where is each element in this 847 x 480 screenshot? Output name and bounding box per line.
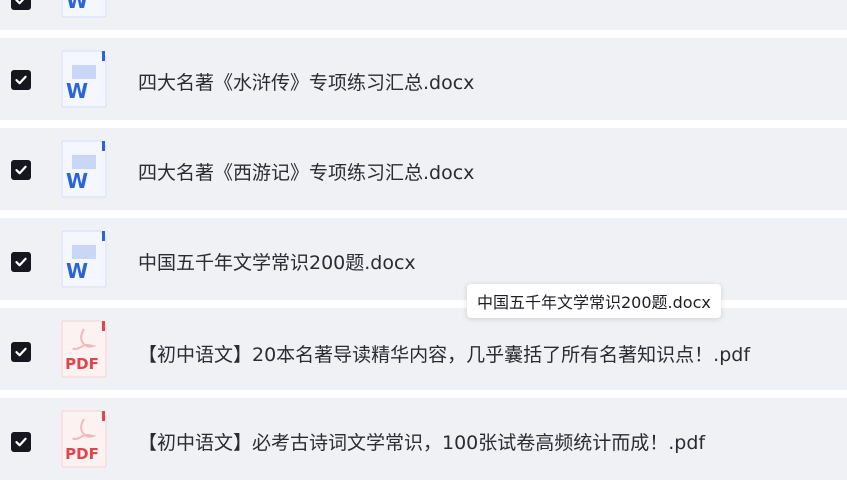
file-row[interactable]: PDF 【初中语文】必考古诗词文学常识，100张试卷高频统计而成！.pdf: [0, 398, 847, 480]
check-icon: [15, 347, 27, 357]
checkbox-checked[interactable]: [11, 70, 31, 90]
file-name: 四大名著《水浒传》专项练习汇总.docx: [138, 72, 475, 94]
file-row[interactable]: W: [0, 0, 847, 30]
word-file-icon: W: [60, 230, 108, 288]
check-icon: [15, 165, 27, 175]
word-file-icon: W: [60, 0, 108, 18]
pdf-file-icon: PDF: [60, 320, 108, 378]
check-icon: [15, 257, 27, 267]
checkbox-checked[interactable]: [11, 0, 31, 10]
svg-text:PDF: PDF: [65, 445, 99, 463]
file-name: 【初中语文】20本名著导读精华内容，几乎囊括了所有名著知识点！.pdf: [138, 344, 751, 366]
checkbox-checked[interactable]: [11, 252, 31, 272]
svg-text:W: W: [66, 79, 88, 103]
svg-text:W: W: [66, 259, 88, 283]
file-name: 中国五千年文学常识200题.docx: [138, 252, 416, 274]
check-icon: [15, 437, 27, 447]
file-row[interactable]: W 四大名著《水浒传》专项练习汇总.docx: [0, 38, 847, 120]
filename-tooltip: 中国五千年文学常识200题.docx: [467, 284, 721, 318]
check-icon: [15, 0, 25, 5]
file-row[interactable]: PDF 【初中语文】20本名著导读精华内容，几乎囊括了所有名著知识点！.pdf: [0, 308, 847, 390]
file-name: 【初中语文】必考古诗词文学常识，100张试卷高频统计而成！.pdf: [138, 432, 706, 454]
svg-text:W: W: [66, 0, 88, 13]
file-name: 四大名著《西游记》专项练习汇总.docx: [138, 162, 475, 184]
checkbox-checked[interactable]: [11, 432, 31, 452]
pdf-file-icon: PDF: [60, 410, 108, 468]
file-row[interactable]: W 四大名著《西游记》专项练习汇总.docx: [0, 128, 847, 210]
svg-text:PDF: PDF: [65, 355, 99, 373]
check-icon: [15, 75, 27, 85]
checkbox-checked[interactable]: [11, 160, 31, 180]
word-file-icon: W: [60, 140, 108, 198]
checkbox-checked[interactable]: [11, 342, 31, 362]
word-file-icon: W: [60, 50, 108, 108]
svg-text:W: W: [66, 169, 88, 193]
